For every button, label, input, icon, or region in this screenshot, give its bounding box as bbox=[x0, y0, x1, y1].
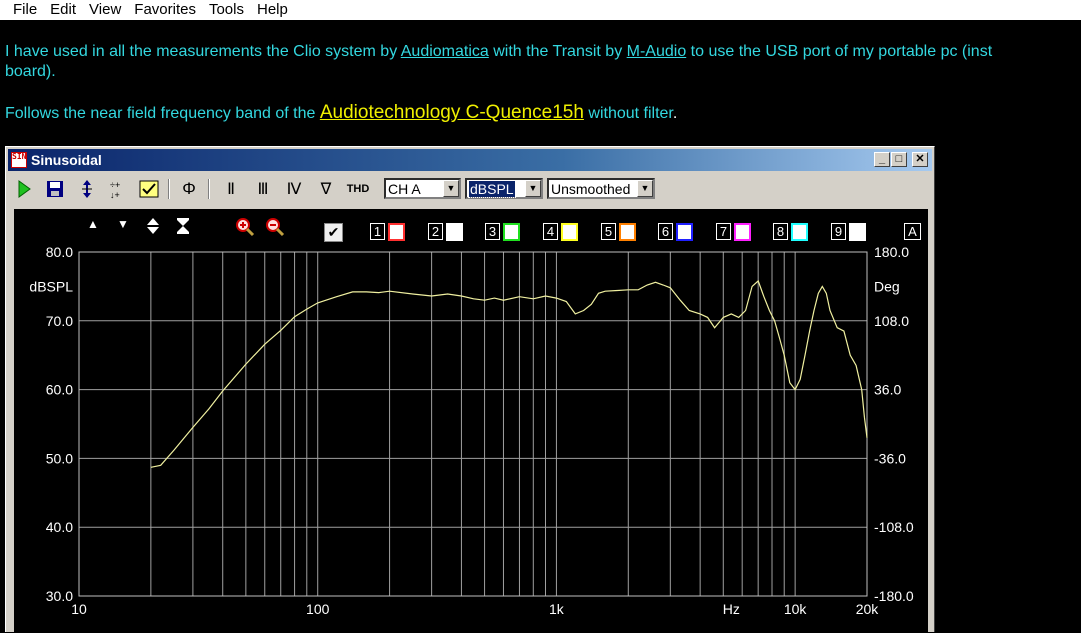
paragraph-measurements: I have used in all the measurements the … bbox=[5, 42, 992, 62]
frequency-response-chart: 80.0 70.0 60.0 50.0 40.0 30.0 dBSPL 180.0 108.0 3… bbox=[29, 244, 914, 617]
period: . bbox=[672, 105, 678, 122]
menu-edit[interactable]: Edit bbox=[43, 1, 82, 19]
menu-tools[interactable]: Tools bbox=[202, 1, 250, 19]
channel-select-value: CH A bbox=[388, 181, 421, 197]
smoothing-select[interactable]: Unsmoothed ▼ bbox=[547, 178, 655, 199]
overlay-2-button[interactable]: Ⅱ bbox=[220, 178, 242, 200]
paragraph-text: without filter bbox=[583, 105, 673, 122]
chevron-down-icon[interactable]: ▼ bbox=[637, 180, 653, 197]
m-audio-link[interactable]: M-Audio bbox=[627, 43, 687, 60]
overlay-4-button[interactable]: Ⅳ bbox=[283, 178, 305, 200]
y-tick-label: 40.0 bbox=[46, 519, 73, 535]
plot-area: ▲ ▼ ✔ 1 2 3 4 5 6 7 8 9 A 80.0 70.0 60.0… bbox=[14, 209, 928, 633]
y-tick-label: 70.0 bbox=[46, 313, 73, 329]
x-tick-label: 20k bbox=[856, 601, 880, 617]
window-title: Sinusoidal bbox=[31, 152, 102, 168]
phase-button[interactable]: Φ bbox=[178, 178, 200, 200]
menu-favorites[interactable]: Favorites bbox=[127, 1, 202, 19]
y2-tick-label: -180.0 bbox=[874, 588, 914, 604]
paragraph-measurements-line2: board). bbox=[5, 63, 56, 80]
vertical-scale-icon[interactable] bbox=[76, 178, 98, 200]
unit-select-value: dBSPL bbox=[468, 180, 516, 198]
chevron-down-icon[interactable]: ▼ bbox=[525, 180, 541, 197]
menu-file[interactable]: File bbox=[0, 1, 43, 19]
paragraph-text: Follows the near field frequency band of… bbox=[5, 105, 320, 122]
channel-select[interactable]: CH A ▼ bbox=[384, 178, 461, 199]
minimize-button[interactable]: _ bbox=[874, 152, 890, 167]
paragraph-text: I have used in all the measurements the … bbox=[5, 43, 401, 60]
menu-view[interactable]: View bbox=[82, 1, 127, 19]
y2-tick-label: -36.0 bbox=[874, 450, 906, 466]
x-tick-label: 10k bbox=[784, 601, 808, 617]
add-curve-icon[interactable]: ÷+ ↓+ bbox=[108, 178, 130, 200]
toolbar-separator bbox=[168, 179, 170, 199]
menu-bar: File Edit View Favorites Tools Help bbox=[0, 0, 1081, 20]
y2-tick-label: 36.0 bbox=[874, 382, 901, 398]
plot-border bbox=[78, 251, 868, 597]
paragraph-frequency-band: Follows the near field frequency band of… bbox=[5, 103, 677, 124]
checklist-icon[interactable] bbox=[138, 178, 160, 200]
x-tick-label: 10 bbox=[71, 601, 87, 617]
close-button[interactable]: ✕ bbox=[912, 152, 928, 167]
maximize-button[interactable]: □ bbox=[891, 152, 907, 167]
x-axis-label: Hz bbox=[723, 601, 740, 617]
sinusoidal-window: SIN Sinusoidal _ □ ✕ ÷+ ↓+ Φ Ⅱ Ⅲ Ⅳ ∇ THD … bbox=[5, 146, 935, 633]
toolbar-separator bbox=[208, 179, 210, 199]
y2-tick-label: 108.0 bbox=[874, 313, 909, 329]
paragraph-text: with the Transit by bbox=[488, 43, 627, 60]
window-titlebar[interactable]: SIN Sinusoidal _ □ ✕ bbox=[8, 149, 932, 171]
y2-tick-label: -108.0 bbox=[874, 519, 914, 535]
y-tick-label: 60.0 bbox=[46, 382, 73, 398]
save-icon[interactable] bbox=[44, 178, 66, 200]
paragraph-text: to use the USB port of my portable pc (i… bbox=[686, 43, 993, 60]
x-tick-label: 100 bbox=[306, 601, 330, 617]
y2-axis-label: Deg bbox=[874, 278, 900, 294]
thd-button[interactable]: THD bbox=[344, 178, 372, 200]
svg-text:÷+: ÷+ bbox=[110, 180, 120, 190]
toolbar: ÷+ ↓+ Φ Ⅱ Ⅲ Ⅳ ∇ THD CH A ▼ dBSPL ▼ Unsmoo… bbox=[8, 175, 932, 203]
y2-tick-label: 180.0 bbox=[874, 244, 909, 260]
frequency-response-curve bbox=[150, 279, 868, 468]
overlay-3-button[interactable]: Ⅲ bbox=[252, 178, 274, 200]
svg-text:↓+: ↓+ bbox=[110, 190, 120, 199]
x-tick-label: 1k bbox=[549, 601, 565, 617]
audiomatica-link[interactable]: Audiomatica bbox=[401, 43, 489, 60]
y-tick-label: 80.0 bbox=[46, 244, 73, 260]
y-axis-label: dBSPL bbox=[29, 278, 73, 294]
y-tick-label: 50.0 bbox=[46, 450, 73, 466]
menu-help[interactable]: Help bbox=[250, 1, 294, 19]
filter-button[interactable]: ∇ bbox=[315, 178, 337, 200]
speaker-model-link[interactable]: Audiotechnology C-Quence15h bbox=[320, 102, 584, 123]
chevron-down-icon[interactable]: ▼ bbox=[443, 180, 459, 197]
play-icon[interactable] bbox=[14, 178, 34, 200]
unit-select[interactable]: dBSPL ▼ bbox=[465, 178, 543, 199]
app-icon: SIN bbox=[11, 152, 27, 168]
y-tick-label: 30.0 bbox=[46, 588, 73, 604]
smoothing-select-value: Unsmoothed bbox=[551, 181, 631, 197]
